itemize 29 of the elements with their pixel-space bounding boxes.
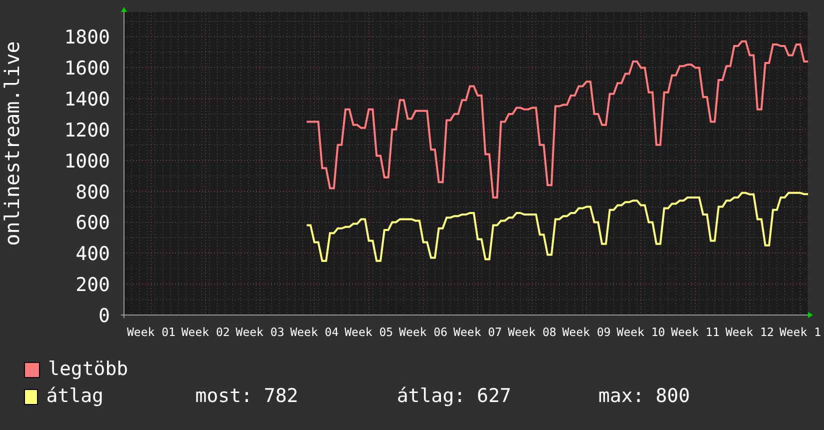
y-tick-label: 1400 (64, 88, 110, 111)
x-tick-label: Week 12 (725, 325, 774, 339)
x-tick-label: Week 05 (344, 325, 394, 339)
y-tick-label: 200 (76, 274, 110, 296)
y-axis-title: onlinestream.live (0, 41, 24, 246)
x-tick-label: Week 08 (508, 325, 556, 339)
x-tick-label: Week 10 (616, 325, 666, 339)
x-tick-label: Week 06 (399, 325, 448, 339)
stat-value: most: 782 (195, 384, 300, 409)
stat-value: max: 800 (598, 384, 691, 409)
y-tick-label: 1600 (64, 58, 110, 80)
x-tick-label: Week 02 (181, 325, 230, 339)
x-tick-label: Week 03 (236, 325, 284, 339)
x-tick-label: Week 1 (779, 325, 821, 339)
y-tick-label: 1800 (64, 26, 110, 49)
x-tick-label: Week 01 (126, 325, 176, 339)
x-tick-label: Week 07 (453, 325, 502, 339)
x-tick-label: Week 09 (562, 325, 611, 339)
legend-label: legtöbb (48, 357, 130, 382)
y-tick-label: 600 (76, 212, 110, 234)
y-tick-label: 0 (98, 305, 110, 327)
y-tick-label: 1200 (64, 120, 110, 142)
y-tick-label: 1000 (64, 150, 110, 172)
stat-value: átlag: 627 (396, 384, 512, 409)
legend-label: átlag (46, 384, 104, 409)
y-tick-label: 800 (76, 181, 110, 204)
x-tick-label: Week 04 (290, 325, 339, 339)
y-tick-label: 400 (76, 243, 110, 266)
x-tick-label: Week 11 (671, 325, 720, 339)
